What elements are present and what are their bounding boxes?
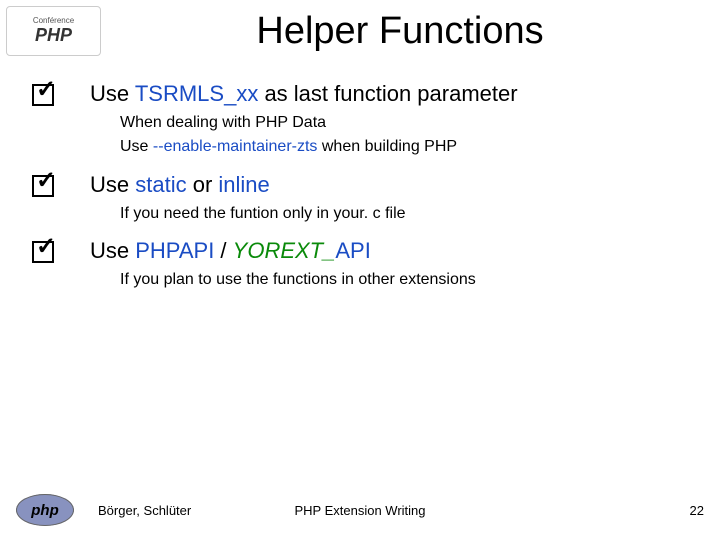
bullet-row: Use TSRMLS_xx as last function parameter	[32, 80, 700, 110]
php-ellipse: php	[16, 494, 74, 526]
text-highlight: --enable-maintainer-zts	[153, 138, 318, 155]
text-highlight: API	[335, 238, 370, 263]
conference-logo: Conférence PHP	[6, 6, 101, 56]
php-logo-icon: php	[10, 490, 80, 530]
slide: Conférence PHP Helper Functions Use TSRM…	[0, 0, 720, 540]
text-mid: /	[214, 238, 232, 263]
bullet-row: Use static or inline	[32, 171, 700, 201]
text-highlight: PHPAPI	[135, 238, 214, 263]
bullet-text: Use static or inline	[90, 171, 270, 200]
footer-authors: Börger, Schlüter	[98, 503, 191, 518]
slide-title: Helper Functions	[80, 0, 720, 53]
sub-bullet: If you plan to use the functions in othe…	[120, 269, 700, 291]
slide-footer: php Börger, Schlüter PHP Extension Writi…	[0, 490, 720, 530]
logo-conference-text: Conférence	[33, 17, 74, 25]
slide-content: Use TSRMLS_xx as last function parameter…	[32, 80, 700, 292]
text-lead: Use	[90, 172, 135, 197]
text-green: YOREXT_	[233, 238, 336, 263]
text-highlight: static	[135, 172, 186, 197]
sub-bullet: If you need the funtion only in your. c …	[120, 203, 700, 225]
text-lead: Use	[90, 238, 135, 263]
bullet-text: Use PHPAPI / YOREXT_API	[90, 237, 371, 266]
logo-php-text: PHP	[35, 25, 72, 46]
text-highlight: inline	[218, 172, 269, 197]
footer-title: PHP Extension Writing	[294, 503, 425, 518]
text-lead: Use	[90, 81, 135, 106]
bullet-text: Use TSRMLS_xx as last function parameter	[90, 80, 518, 109]
text-post: when building PHP	[317, 138, 457, 155]
text-pre: Use	[120, 138, 153, 155]
text-tail: as last function parameter	[258, 81, 517, 106]
bullet-row: Use PHPAPI / YOREXT_API	[32, 237, 700, 267]
text-mid: or	[187, 172, 219, 197]
sub-bullet: When dealing with PHP Data	[120, 112, 700, 134]
check-icon	[32, 80, 90, 110]
check-icon	[32, 171, 90, 201]
check-icon	[32, 237, 90, 267]
text-highlight: TSRMLS_xx	[135, 81, 258, 106]
footer-page-number: 22	[690, 503, 704, 518]
sub-bullet: Use --enable-maintainer-zts when buildin…	[120, 136, 700, 158]
